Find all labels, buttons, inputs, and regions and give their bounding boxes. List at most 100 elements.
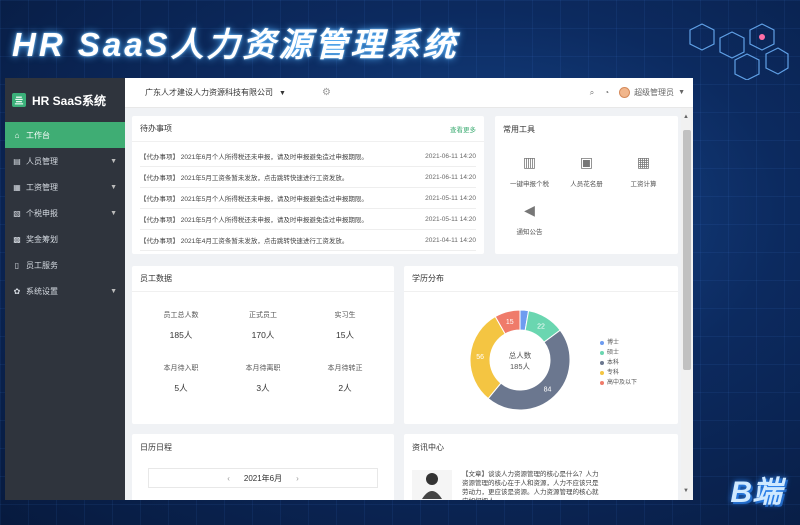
main-content: 待办事项 查看更多 【代办事项】 2021年6月个人所得税还未申报，请及时申报避… bbox=[125, 108, 681, 500]
legend-label: 博士 bbox=[607, 340, 620, 346]
tool-item[interactable]: ▦ 工资计算 bbox=[615, 154, 672, 188]
sidebar-item[interactable]: ⌂ 工作台 bbox=[5, 122, 125, 148]
calculator-icon: ▦ bbox=[636, 154, 651, 170]
sidebar-item-label: 工资管理 bbox=[26, 182, 58, 192]
gear-icon[interactable]: ⚙ bbox=[322, 87, 331, 98]
legend-dot bbox=[600, 361, 604, 365]
prev-month-icon[interactable]: ‹ bbox=[227, 474, 230, 483]
donut-center-label: 总人数 bbox=[509, 350, 532, 360]
tool-item[interactable]: ▣ 人员花名册 bbox=[558, 154, 615, 188]
tool-label: 人员花名册 bbox=[570, 181, 603, 188]
scroll-up-icon[interactable]: ▲ bbox=[683, 114, 689, 120]
company-name: 广东人才建设人力资源科技有限公司 bbox=[145, 88, 273, 97]
b-end-badge: B端 bbox=[730, 476, 782, 509]
logo-text: HR SaaS系统 bbox=[32, 93, 107, 108]
legend-dot bbox=[600, 371, 604, 375]
scrollbar[interactable]: ▲ ▼ bbox=[681, 108, 693, 500]
tool-item[interactable]: ▥ 一键申报个税 bbox=[501, 154, 558, 188]
sidebar-item[interactable]: ▦ 工资管理 ▼ bbox=[5, 174, 125, 200]
legend-label: 专科 bbox=[607, 370, 620, 376]
sidebar-item-label: 员工服务 bbox=[26, 260, 58, 270]
settings-icon: ✿ bbox=[13, 286, 21, 296]
sidebar-item[interactable]: ✿ 系统设置 ▼ bbox=[5, 278, 125, 304]
sidebar-item-label: 奖金筹划 bbox=[26, 234, 58, 244]
todo-title: 待办事项 bbox=[140, 124, 172, 133]
salary-icon: ▦ bbox=[13, 182, 21, 192]
legend-dot bbox=[600, 341, 604, 345]
user-name: 超级管理员 bbox=[634, 88, 675, 97]
todo-card: 待办事项 查看更多 【代办事项】 2021年6月个人所得税还未申报，请及时申报避… bbox=[132, 116, 484, 254]
tools-title: 常用工具 bbox=[503, 124, 535, 134]
sidebar: 亖 HR SaaS系统 ⌂ 工作台 ▤ 人员管理 ▼ ▦ 工资管理 ▼ ▧ 个税申报 ▼ ▩ 奖金筹划 ▯… bbox=[5, 78, 125, 500]
todo-date: 2021-06-11 14:20 bbox=[425, 173, 476, 181]
stat-value: 3人 bbox=[256, 383, 270, 393]
home-icon: ⌂ bbox=[14, 130, 20, 140]
stat-label: 正式员工 bbox=[249, 312, 277, 319]
news-card: 资讯中心 【文章】谈谈人力资源管理的核心是什么？人力资源管理的核心在于人和资源，… bbox=[404, 434, 678, 500]
news-item[interactable]: 【文章】谈谈人力资源管理的核心是什么？人力资源管理的核心在于人和资源，人力不应该… bbox=[404, 460, 678, 500]
todo-text: 【代办事项】 2021年4月工资条暂未发放，点击跳转快速进行工资发放。 bbox=[140, 238, 349, 245]
app-window: 亖 HR SaaS系统 ⌂ 工作台 ▤ 人员管理 ▼ ▦ 工资管理 ▼ ▧ 个税申报 ▼ ▩ 奖金筹划 ▯… bbox=[5, 78, 693, 500]
todo-text: 【代办事项】 2021年5月个人所得税还未申报，请及时申报避免造过申报期限。 bbox=[140, 196, 368, 203]
chevron-down-icon: ▼ bbox=[110, 157, 117, 165]
tax-icon: ▧ bbox=[13, 208, 21, 218]
stat-label: 员工总人数 bbox=[163, 312, 199, 319]
todo-row[interactable]: 【代办事项】 2021年6月个人所得税还未申报，请及时申报避免造过申报期限。 20… bbox=[140, 146, 476, 167]
sidebar-item[interactable]: ▯ 员工服务 bbox=[5, 252, 125, 278]
sidebar-item-label: 系统设置 bbox=[26, 286, 58, 296]
app-logo[interactable]: 亖 HR SaaS系统 bbox=[5, 78, 125, 122]
education-title: 学历分布 bbox=[412, 274, 444, 283]
sidebar-item[interactable]: ▤ 人员管理 ▼ bbox=[5, 148, 125, 174]
stat-label: 本月待转正 bbox=[327, 365, 363, 372]
staff-title: 员工数据 bbox=[140, 274, 172, 283]
user-menu[interactable]: 超级管理员 ▼ bbox=[619, 87, 685, 98]
sidebar-item[interactable]: ▩ 奖金筹划 bbox=[5, 226, 125, 252]
legend-item: 专科 bbox=[600, 368, 637, 378]
megaphone-icon: ◀ bbox=[524, 202, 535, 218]
news-title: 资讯中心 bbox=[412, 442, 444, 452]
stat-label: 本月待入职 bbox=[163, 365, 199, 372]
news-thumbnail bbox=[412, 470, 452, 500]
staff-stat: 正式员工 170人 bbox=[222, 310, 304, 341]
todo-row[interactable]: 【代办事项】 2021年5月工资条暂未发放，点击跳转快速进行工资发放。 2021-… bbox=[140, 167, 476, 188]
avatar bbox=[619, 87, 631, 98]
building-icon: ▥ bbox=[522, 154, 537, 170]
scroll-thumb[interactable] bbox=[683, 130, 691, 370]
todo-date: 2021-04-11 14:20 bbox=[425, 236, 476, 244]
stat-label: 实习生 bbox=[334, 312, 356, 319]
stat-value: 15人 bbox=[336, 330, 354, 340]
todo-text: 【代办事项】 2021年5月工资条暂未发放，点击跳转快速进行工资发放。 bbox=[140, 175, 349, 182]
scroll-down-icon[interactable]: ▼ bbox=[683, 488, 689, 494]
todo-row[interactable]: 【代办事项】 2021年4月工资条暂未发放，点击跳转快速进行工资发放。 2021-… bbox=[140, 230, 476, 251]
donut-center-value: 185人 bbox=[510, 362, 531, 371]
staff-stat: 本月待转正 2人 bbox=[304, 363, 386, 394]
todo-date: 2021-05-11 14:20 bbox=[425, 194, 476, 202]
contact-icon: ▣ bbox=[579, 154, 594, 170]
chevron-down-icon: ▼ bbox=[110, 209, 117, 217]
logo-icon: 亖 bbox=[12, 93, 26, 107]
chevron-down-icon: ▼ bbox=[279, 90, 286, 97]
bell-icon[interactable]: ◔ bbox=[604, 88, 609, 97]
next-month-icon[interactable]: › bbox=[296, 474, 299, 483]
phone-icon: ▯ bbox=[14, 260, 20, 270]
tool-label: 工资计算 bbox=[630, 181, 657, 188]
todo-row[interactable]: 【代办事项】 2021年5月个人所得税还未申报，请及时申报避免造过申报期限。 20… bbox=[140, 188, 476, 209]
tools-card: 常用工具 ▥ 一键申报个税 ▣ 人员花名册 ▦ 工资计算 ◀ 通知公告 bbox=[495, 116, 678, 254]
tool-label: 通知公告 bbox=[516, 229, 543, 236]
stat-value: 5人 bbox=[174, 383, 188, 393]
view-more-link[interactable]: 查看更多 bbox=[450, 124, 484, 134]
bonus-icon: ▩ bbox=[13, 234, 21, 244]
sidebar-item[interactable]: ▧ 个税申报 ▼ bbox=[5, 200, 125, 226]
people-icon: ▤ bbox=[13, 156, 21, 166]
todo-row[interactable]: 【代办事项】 2021年5月个人所得税还未申报，请及时申报避免造过申报期限。 20… bbox=[140, 209, 476, 230]
todo-text: 【代办事项】 2021年5月个人所得税还未申报，请及时申报避免造过申报期限。 bbox=[140, 217, 368, 224]
staff-stat: 本月待入职 5人 bbox=[140, 363, 222, 394]
banner-title: HR SaaS人力资源管理系统 bbox=[12, 26, 459, 63]
stat-value: 185人 bbox=[169, 330, 193, 340]
legend-dot bbox=[600, 351, 604, 355]
company-selector[interactable]: 广东人才建设人力资源科技有限公司 ▼ bbox=[145, 87, 286, 98]
search-icon[interactable]: ⌕ bbox=[590, 88, 594, 98]
sidebar-item-label: 人员管理 bbox=[26, 156, 58, 166]
person-icon bbox=[422, 473, 442, 499]
tool-item[interactable]: ◀ 通知公告 bbox=[501, 202, 558, 236]
